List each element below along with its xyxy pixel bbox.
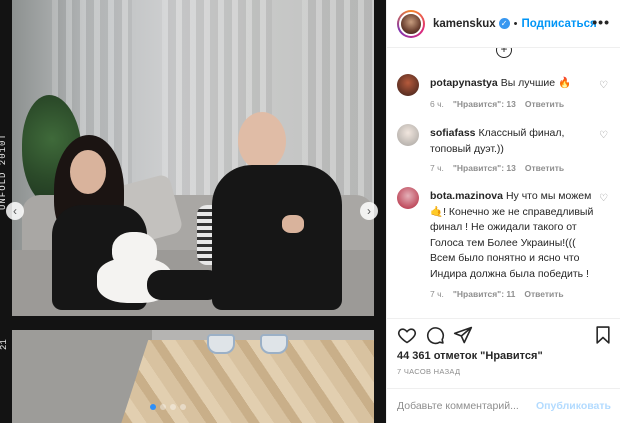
bookmark-icon[interactable] xyxy=(593,325,613,345)
comment: bota.mazinova Ну что мы можем 🤙! Конечно … xyxy=(397,187,611,307)
heart-icon[interactable]: ♡ xyxy=(599,193,608,204)
carousel-dots xyxy=(150,404,186,410)
commenter-avatar[interactable] xyxy=(397,187,419,209)
likes-count[interactable]: 44 361 отметок "Нравится" xyxy=(397,350,543,362)
post-header: kamenskux ✓ • Подписаться ••• xyxy=(387,0,620,48)
man-hand xyxy=(282,215,304,233)
wooden-table xyxy=(115,340,374,423)
comment-meta: 7 ч. "Нравится": 11 Ответить xyxy=(430,289,573,299)
comment-time: 7 ч. xyxy=(430,289,444,299)
man xyxy=(212,165,342,310)
commenter-avatar[interactable] xyxy=(397,74,419,96)
author-username[interactable]: kamenskux xyxy=(433,18,496,30)
comments-list: + potapynastya Вы лучшие 🔥 ♡ 6 ч. "Нравитс… xyxy=(387,48,620,318)
next-arrow-icon[interactable]: › xyxy=(360,202,378,220)
photo-frame-top xyxy=(12,0,374,316)
more-options-icon[interactable]: ••• xyxy=(592,14,610,30)
frame-number: 21 xyxy=(0,339,9,350)
heart-icon[interactable]: ♡ xyxy=(599,80,608,91)
carousel-dot xyxy=(180,404,186,410)
comment-body: bota.mazinova Ну что мы можем 🤙! Конечно … xyxy=(430,189,595,282)
comment-likes[interactable]: "Нравится": 13 xyxy=(453,99,516,109)
woman-face xyxy=(70,150,106,194)
comment-meta: 6 ч. "Нравится": 13 Ответить xyxy=(430,99,573,109)
comment-likes[interactable]: "Нравится": 13 xyxy=(453,163,516,173)
comment-meta: 7 ч. "Нравится": 13 Ответить xyxy=(430,163,573,173)
avatar[interactable] xyxy=(397,9,425,38)
cup xyxy=(260,334,288,354)
carousel-dot xyxy=(160,404,166,410)
post-photo[interactable]: UNFOLD 2010T 21 ‹ › xyxy=(0,0,386,423)
comment-text: Вы лучшие 🔥 xyxy=(500,77,572,89)
verified-badge-icon: ✓ xyxy=(498,18,510,29)
previous-arrow-icon[interactable]: ‹ xyxy=(6,202,24,220)
load-more-comments-icon[interactable]: + xyxy=(496,48,512,58)
comment: potapynastya Вы лучшие 🔥 ♡ 6 ч. "Нравится"… xyxy=(397,74,611,114)
comment-body: sofiafass Классный финал, топовый дуэт.)) xyxy=(430,126,595,157)
separator-dot: • xyxy=(513,17,518,30)
comment-text: Ну что мы можем 🤙! Конечно же не справед… xyxy=(430,190,594,280)
cup xyxy=(207,334,235,354)
heart-icon[interactable]: ♡ xyxy=(599,130,608,141)
reply-button[interactable]: Ответить xyxy=(525,99,564,109)
like-heart-icon[interactable] xyxy=(397,325,417,345)
comment-body: potapynastya Вы лучшие 🔥 xyxy=(430,76,595,92)
comment: sofiafass Классный финал, топовый дуэт.))… xyxy=(397,124,611,176)
comment-time: 6 ч. xyxy=(430,99,444,109)
comment-username[interactable]: potapynastya xyxy=(430,77,498,89)
commenter-avatar[interactable] xyxy=(397,124,419,146)
man-head xyxy=(238,112,286,170)
publish-button[interactable]: Опубликовать xyxy=(536,400,611,412)
reply-button[interactable]: Ответить xyxy=(524,289,563,299)
share-paper-plane-icon[interactable] xyxy=(453,325,473,345)
comment-time: 7 ч. xyxy=(430,163,444,173)
follow-button[interactable]: Подписаться xyxy=(522,18,597,30)
comment-likes[interactable]: "Нравится": 11 xyxy=(453,289,515,299)
film-label: UNFOLD 2010T xyxy=(0,133,8,210)
photo-frame-bottom xyxy=(12,330,374,423)
comment-username[interactable]: bota.mazinova xyxy=(430,190,503,202)
comment-username[interactable]: sofiafass xyxy=(430,127,476,139)
reply-button[interactable]: Ответить xyxy=(525,163,564,173)
post-actions: 44 361 отметок "Нравится" 7 ЧАСОВ НАЗАД xyxy=(387,318,620,388)
woman-legs xyxy=(147,270,222,300)
post-time[interactable]: 7 ЧАСОВ НАЗАД xyxy=(397,367,460,376)
comment-bubble-icon[interactable] xyxy=(425,325,445,345)
carousel-dot xyxy=(170,404,176,410)
comment-input[interactable]: Добавьте комментарий... xyxy=(397,400,519,412)
add-comment-bar: Добавьте комментарий... Опубликовать xyxy=(387,388,620,423)
post-side-panel: kamenskux ✓ • Подписаться ••• + potapyna… xyxy=(386,0,620,423)
carousel-dot xyxy=(150,404,156,410)
